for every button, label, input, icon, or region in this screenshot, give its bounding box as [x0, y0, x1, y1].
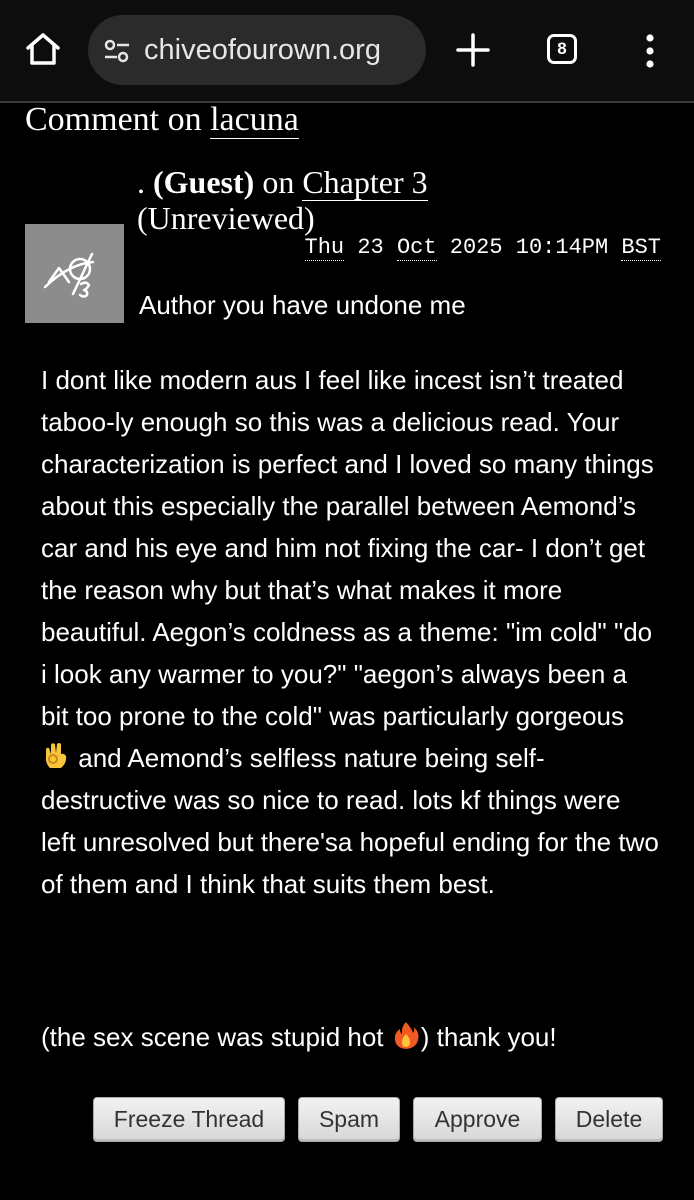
comment-body-part1: I dont like modern aus I feel like inces… [41, 365, 654, 731]
year: 2025 [449, 235, 503, 260]
more-options-icon[interactable] [641, 34, 659, 68]
url-text: chiveofourown.org [144, 34, 381, 66]
comment-author: (Guest) [153, 164, 255, 200]
guest-avatar-icon [43, 252, 95, 298]
delete-button[interactable]: Delete [555, 1097, 663, 1142]
timezone-abbr: BST [621, 235, 661, 261]
comment-body-part2: and Aemond’s selfless nature being self-… [41, 743, 659, 899]
new-tab-icon[interactable] [455, 32, 491, 68]
day-abbr: Thu [304, 235, 345, 261]
fire-emoji-icon [394, 1022, 419, 1049]
comment-end-part1: (the sex scene was stupid hot [41, 1022, 384, 1052]
heading-prefix: Comment on [25, 101, 202, 138]
freeze-thread-button[interactable]: Freeze Thread [93, 1097, 285, 1142]
chapter-link[interactable]: Chapter 3 [302, 164, 428, 201]
tab-switcher-icon[interactable]: 8 [547, 34, 577, 64]
address-bar[interactable]: chiveofourown.org [88, 15, 426, 85]
avatar [25, 224, 124, 323]
on-text: on [262, 164, 295, 200]
home-icon[interactable] [24, 30, 62, 68]
browser-toolbar: chiveofourown.org 8 [0, 0, 694, 103]
review-status: (Unreviewed) [137, 200, 315, 236]
site-settings-icon[interactable] [103, 37, 131, 65]
comment-first-line: Author you have undone me [139, 290, 466, 320]
spam-button[interactable]: Spam [298, 1097, 400, 1142]
month-abbr: Oct [396, 235, 437, 261]
work-title-link[interactable]: lacuna [210, 101, 299, 139]
date-num: 23 [357, 235, 384, 260]
comment-byline: . (Guest) on Chapter 3 (Unreviewed) [137, 164, 677, 236]
approve-button[interactable]: Approve [413, 1097, 542, 1142]
comment-closing: (the sex scene was stupid hot ) thank yo… [41, 1020, 557, 1053]
page-title: Comment on lacuna [25, 101, 299, 139]
comment-body: I dont like modern aus I feel like inces… [41, 359, 661, 905]
author-prefix: . [137, 164, 145, 200]
time: 10:14PM [515, 235, 609, 260]
comment-datetime: Thu 23 Oct 2025 10:14PM BST [304, 235, 661, 261]
comment-end-part2: ) thank you! [420, 1022, 557, 1052]
ok-hand-emoji-icon [45, 743, 67, 768]
